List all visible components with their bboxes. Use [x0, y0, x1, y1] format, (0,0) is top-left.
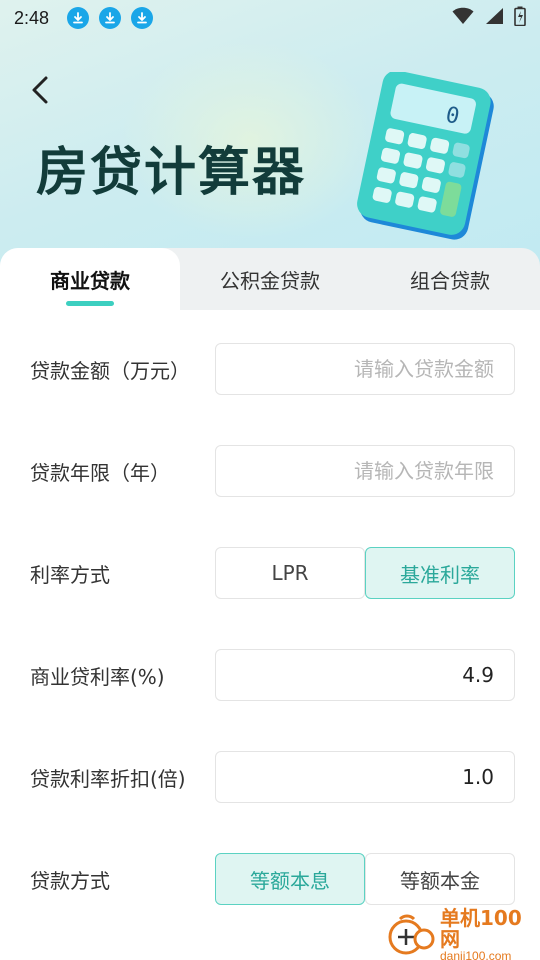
tab-combined-loan[interactable]: 组合贷款	[360, 248, 540, 310]
repay-method-row: 贷款方式 等额本息 等额本金	[0, 853, 540, 905]
loan-years-label: 贷款年限（年）	[30, 460, 170, 485]
loan-years-field	[215, 445, 515, 497]
rate-discount-label: 贷款利率折扣(倍)	[30, 766, 186, 791]
wifi-icon	[452, 7, 474, 29]
loan-amount-field	[215, 343, 515, 395]
loan-type-tabs: 商业贷款 公积金贷款 组合贷款	[0, 248, 540, 310]
download-icon	[67, 7, 90, 29]
page-title: 房贷计算器	[36, 143, 307, 203]
tab-commercial-loan[interactable]: 商业贷款	[0, 248, 180, 310]
site-watermark: 单机100网 danji100.com	[386, 905, 540, 960]
rate-discount-input[interactable]	[216, 765, 494, 789]
back-button[interactable]	[22, 72, 58, 108]
rate-option-lpr[interactable]: LPR	[215, 547, 365, 599]
battery-icon	[514, 6, 526, 30]
loan-amount-label: 贷款金额（万元）	[30, 358, 190, 383]
loan-amount-input[interactable]	[216, 357, 494, 381]
loan-amount-row: 贷款金额（万元）	[0, 343, 540, 395]
commercial-rate-field	[215, 649, 515, 701]
commercial-rate-input[interactable]	[216, 663, 494, 687]
status-time: 2:48	[14, 7, 50, 28]
rate-method-label: 利率方式	[30, 562, 110, 587]
signal-icon	[484, 7, 504, 29]
watermark-url: danji100.com	[440, 948, 512, 960]
repay-method-label: 贷款方式	[30, 868, 110, 893]
watermark-name: 单机100网	[440, 905, 522, 951]
status-bar: 2:48	[0, 0, 540, 36]
watermark-logo-icon	[386, 913, 436, 957]
rate-method-row: 利率方式 LPR 基准利率	[0, 547, 540, 599]
commercial-rate-label: 商业贷利率(%)	[30, 664, 165, 689]
download-icon	[99, 7, 122, 29]
loan-years-row: 贷款年限（年）	[0, 445, 540, 497]
loan-form: 贷款金额（万元） 贷款年限（年） 利率方式 LPR 基准利率 商业贷利率(%) …	[0, 310, 540, 960]
repay-option-equal-principal[interactable]: 等额本金	[365, 853, 515, 905]
rate-method-selector: LPR 基准利率	[215, 547, 515, 599]
rate-discount-field	[215, 751, 515, 803]
chevron-left-icon	[32, 76, 48, 104]
tab-provident-fund-loan[interactable]: 公积金贷款	[180, 248, 360, 310]
commercial-rate-row: 商业贷利率(%)	[0, 649, 540, 701]
repay-option-equal-installment[interactable]: 等额本息	[215, 853, 365, 905]
download-icon	[131, 7, 154, 29]
rate-option-benchmark[interactable]: 基准利率	[365, 547, 515, 599]
rate-discount-row: 贷款利率折扣(倍)	[0, 751, 540, 803]
loan-years-input[interactable]	[216, 459, 494, 483]
calculator-icon: 0	[350, 70, 500, 242]
repay-method-selector: 等额本息 等额本金	[215, 853, 515, 905]
